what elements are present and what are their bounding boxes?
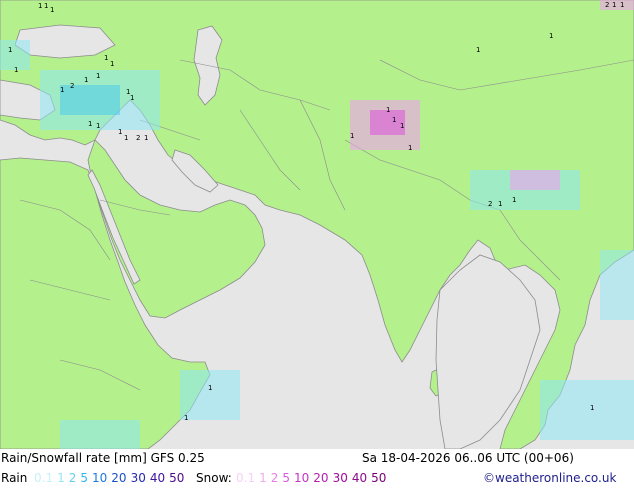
- rain-legend-value: 0.1: [34, 471, 54, 485]
- precip-value-label: 1: [118, 128, 122, 136]
- rain-legend-value: 2: [68, 471, 77, 485]
- rain-patch: [60, 85, 120, 115]
- precip-value-label: 1: [104, 54, 108, 62]
- snow-legend-value: 20: [313, 471, 329, 485]
- precip-value-label: 1: [184, 414, 188, 422]
- precip-value-label: 1: [590, 404, 594, 412]
- precip-value-label: 1: [60, 86, 64, 94]
- snow-legend-value: 1: [259, 471, 267, 485]
- precip-value-label: 1: [110, 60, 114, 68]
- precip-value-label: 1: [44, 2, 48, 10]
- precip-value-label: 1: [84, 76, 88, 84]
- rain-legend-value: 40: [149, 471, 166, 485]
- snow-legend-value: 40: [351, 471, 368, 485]
- precip-value-label: 1: [130, 94, 134, 102]
- precip-value-label: 1: [408, 144, 412, 152]
- precip-value-label: 1: [96, 122, 100, 130]
- precip-value-label: 1: [512, 196, 516, 204]
- snow-legend-value: 0.1: [236, 471, 256, 485]
- rain-legend-value: 30: [130, 471, 146, 485]
- map-title: Rain/Snowfall rate [mm] GFS 0.25: [1, 451, 205, 465]
- credit-link[interactable]: ©weatheronline.co.uk: [483, 471, 616, 485]
- precip-value-label: 1: [392, 116, 396, 124]
- precip-value-label: 1: [549, 32, 553, 40]
- snow-legend-value: 50: [371, 471, 387, 485]
- rain-legend-scale: 0.1 1 2 5 10 20 30 40 50: [34, 471, 188, 485]
- snow-legend-scale: 0.1 1 2 5 10 20 30 40 50: [236, 471, 390, 485]
- precip-value-label: 1: [8, 46, 12, 54]
- map-datetime: Sa 18-04-2026 06..06 UTC (00+06): [362, 451, 574, 465]
- rain-patch: [60, 420, 140, 449]
- precip-value-label: 1: [400, 122, 404, 130]
- precip-value-label: 2: [488, 200, 492, 208]
- precip-value-label: 1: [124, 134, 128, 142]
- precip-value-label: 1: [350, 132, 354, 140]
- rain-patch: [600, 250, 634, 320]
- precip-value-label: 1: [612, 1, 616, 9]
- precip-value-label: 1: [88, 120, 92, 128]
- snow-patch: [510, 170, 560, 190]
- precip-value-label: 1: [620, 1, 624, 9]
- precip-value-label: 1: [208, 384, 212, 392]
- rain-legend-value: 1: [57, 471, 65, 485]
- precip-value-label: 1: [476, 46, 480, 54]
- precipitation-map: 1 1 12 1 11111111 21 1111 111 2 11111112 1111: [0, 0, 634, 449]
- snow-legend-value: 30: [332, 471, 348, 485]
- snow-legend-value: 5: [282, 471, 291, 485]
- footer-line-title: Rain/Snowfall rate [mm] GFS 0.25 Sa 18-0…: [0, 451, 634, 471]
- map-footer: Rain/Snowfall rate [mm] GFS 0.25 Sa 18-0…: [0, 449, 634, 490]
- rain-patch: [180, 370, 240, 420]
- rain-legend-value: 50: [169, 471, 185, 485]
- rain-patch: [540, 380, 634, 440]
- precip-value-label: 2: [136, 134, 140, 142]
- snow-legend-value: 2: [270, 471, 279, 485]
- precip-value-label: 1: [38, 2, 42, 10]
- footer-line-legend: Rain 0.1 1 2 5 10 20 30 40 50 Snow: 0.1 1 2 5 10 20 30…: [0, 471, 634, 491]
- precip-value-label: 2: [605, 1, 609, 9]
- precip-value-label: 1: [14, 66, 18, 74]
- precip-value-label: 1: [50, 6, 54, 14]
- snow-legend-value: 10: [294, 471, 310, 485]
- precip-value-label: 1: [96, 72, 100, 80]
- precip-value-label: 1: [386, 106, 390, 114]
- precip-value-label: 1: [498, 200, 502, 208]
- snow-legend-label: Snow:: [196, 471, 232, 485]
- rain-legend-value: 20: [111, 471, 127, 485]
- precip-value-label: 2: [70, 82, 74, 90]
- precip-value-label: 1: [144, 134, 148, 142]
- rain-legend-label: Rain: [1, 471, 28, 485]
- rain-legend-value: 5: [80, 471, 89, 485]
- rain-legend-value: 10: [92, 471, 108, 485]
